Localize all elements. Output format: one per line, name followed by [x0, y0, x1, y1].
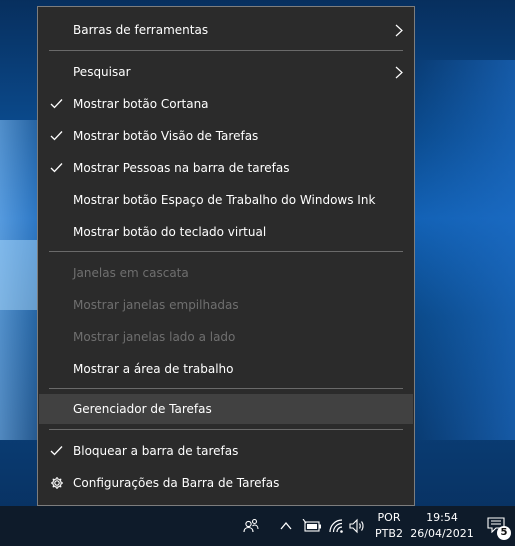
- menu-item-label: Barras de ferramentas: [73, 23, 209, 37]
- battery-icon[interactable]: [302, 519, 322, 533]
- clock-date: 26/04/2021: [410, 527, 474, 540]
- taskbar[interactable]: POR PTB2 19:54 26/04/2021 5: [0, 506, 515, 546]
- input-language-indicator[interactable]: POR PTB2: [368, 510, 410, 542]
- menu-item-task-manager[interactable]: Gerenciador de Tarefas: [39, 394, 413, 424]
- speaker-icon[interactable]: [349, 518, 365, 534]
- menu-item-show-desktop[interactable]: Mostrar a área de trabalho: [39, 354, 413, 384]
- menu-item-label: Mostrar janelas empilhadas: [73, 298, 239, 312]
- wifi-icon[interactable]: [328, 518, 344, 534]
- menu-item-show-cortana[interactable]: Mostrar botão Cortana: [39, 89, 413, 119]
- menu-item-label: Bloquear a barra de tarefas: [73, 444, 239, 458]
- menu-item-lock-taskbar[interactable]: Bloquear a barra de tarefas: [39, 436, 413, 466]
- chevron-up-icon[interactable]: [280, 521, 292, 530]
- menu-item-show-windows-ink[interactable]: Mostrar botão Espaço de Trabalho do Wind…: [39, 185, 413, 215]
- clock-time: 19:54: [426, 511, 458, 524]
- menu-item-show-task-view[interactable]: Mostrar botão Visão de Tarefas: [39, 121, 413, 151]
- notification-count-badge: 5: [497, 526, 511, 540]
- chevron-right-icon: [395, 24, 403, 37]
- menu-separator: [49, 50, 403, 51]
- keyboard-layout-code: PTB2: [375, 527, 403, 540]
- checkmark-icon: [50, 446, 63, 456]
- menu-item-label: Mostrar a área de trabalho: [73, 362, 234, 376]
- menu-item-show-touch-keyboard[interactable]: Mostrar botão do teclado virtual: [39, 217, 413, 247]
- menu-separator: [49, 251, 403, 252]
- menu-item-label: Mostrar botão Visão de Tarefas: [73, 129, 259, 143]
- checkmark-icon: [50, 163, 63, 173]
- checkmark-icon: [50, 99, 63, 109]
- menu-item-label: Mostrar janelas lado a lado: [73, 330, 236, 344]
- menu-separator: [49, 429, 403, 430]
- menu-item-search[interactable]: Pesquisar: [39, 57, 413, 87]
- taskbar-context-menu: Barras de ferramentas Pesquisar Mostrar …: [37, 6, 415, 506]
- menu-item-label: Janelas em cascata: [73, 266, 189, 280]
- menu-item-label: Mostrar botão Cortana: [73, 97, 209, 111]
- menu-item-stacked-windows: Mostrar janelas empilhadas: [39, 290, 413, 320]
- gear-icon: [51, 477, 63, 489]
- people-icon[interactable]: [243, 518, 259, 534]
- menu-item-show-people[interactable]: Mostrar Pessoas na barra de tarefas: [39, 153, 413, 183]
- menu-item-toolbars[interactable]: Barras de ferramentas: [39, 15, 413, 45]
- menu-item-label: Configurações da Barra de Tarefas: [73, 476, 280, 490]
- menu-item-label: Mostrar Pessoas na barra de tarefas: [73, 161, 290, 175]
- chevron-right-icon: [395, 66, 403, 79]
- menu-item-label: Pesquisar: [73, 65, 131, 79]
- menu-item-label: Mostrar botão do teclado virtual: [73, 225, 267, 239]
- menu-item-side-by-side-windows: Mostrar janelas lado a lado: [39, 322, 413, 352]
- wallpaper-light-right: [415, 60, 515, 440]
- menu-item-taskbar-settings[interactable]: Configurações da Barra de Tarefas: [39, 468, 413, 498]
- menu-item-label: Mostrar botão Espaço de Trabalho do Wind…: [73, 193, 376, 207]
- clock[interactable]: 19:54 26/04/2021: [410, 510, 474, 542]
- menu-item-label: Gerenciador de Tarefas: [73, 402, 212, 416]
- checkmark-icon: [50, 131, 63, 141]
- menu-item-cascade-windows: Janelas em cascata: [39, 258, 413, 288]
- language-code: POR: [377, 511, 401, 524]
- menu-separator: [49, 388, 403, 389]
